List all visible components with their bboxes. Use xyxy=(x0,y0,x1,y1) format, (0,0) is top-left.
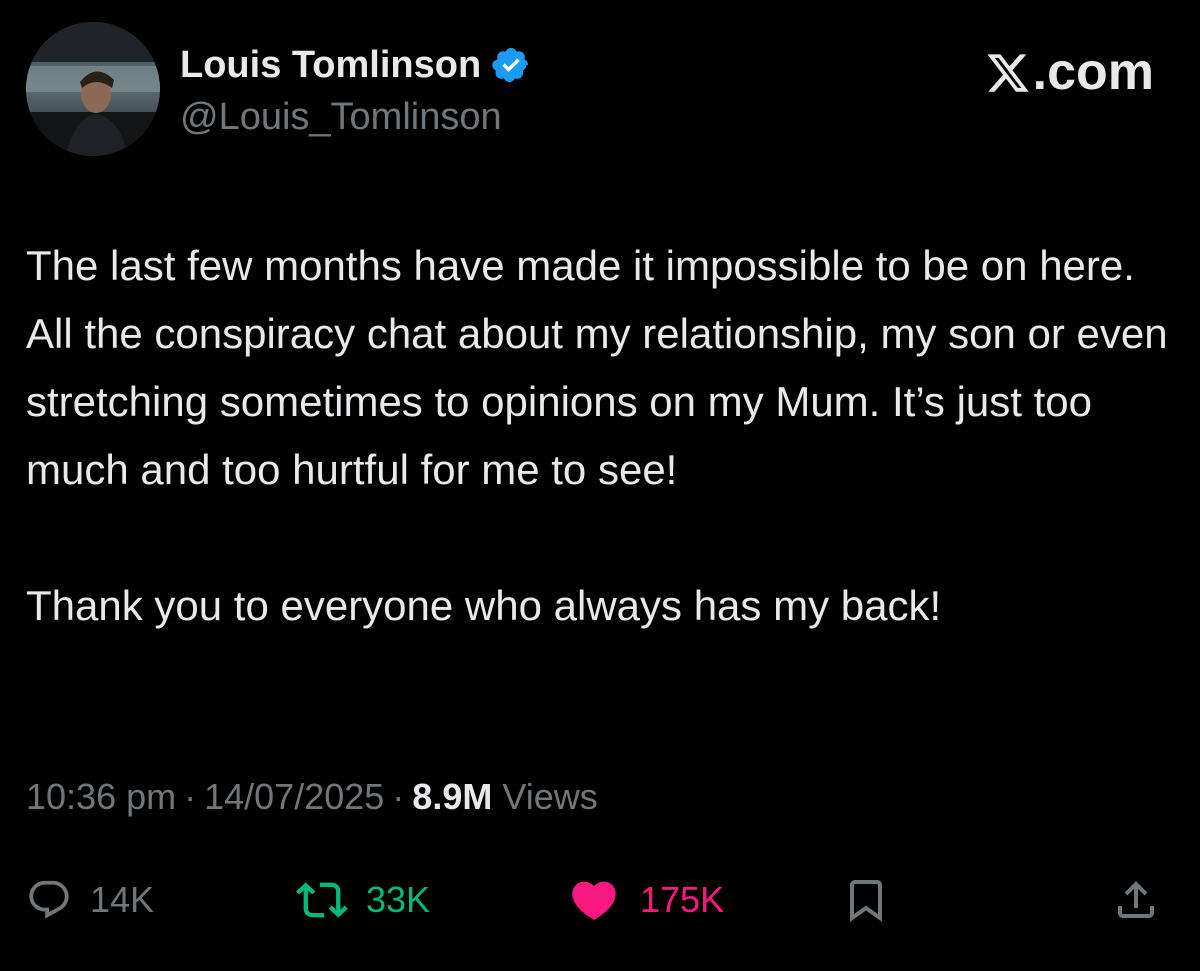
tweet-card: Louis Tomlinson @Louis_Tomlinson .com Th… xyxy=(0,0,1200,971)
share-icon xyxy=(1118,881,1154,918)
display-name[interactable]: Louis Tomlinson xyxy=(180,44,481,87)
tweet-meta: 10:36 pm · 14/07/2025 · 8.9M Views xyxy=(26,776,598,818)
bookmark-button[interactable] xyxy=(842,868,890,932)
reply-button[interactable]: 14K xyxy=(26,868,154,932)
tweet-paragraph: The last few months have made it impossi… xyxy=(26,242,1168,493)
like-count: 175K xyxy=(640,879,725,920)
meta-separator: · xyxy=(184,776,197,817)
meta-separator: · xyxy=(392,776,405,817)
like-button[interactable]: 175K xyxy=(566,868,724,932)
views-count[interactable]: 8.9M xyxy=(412,776,492,818)
reply-count: 14K xyxy=(90,879,155,920)
share-button[interactable] xyxy=(1112,868,1160,932)
avatar[interactable] xyxy=(26,22,160,156)
tweet-paragraph: Thank you to everyone who always has my … xyxy=(26,582,942,629)
brand-watermark: .com xyxy=(985,42,1154,102)
retweet-count: 33K xyxy=(366,879,431,920)
tweet-date[interactable]: 14/07/2025 xyxy=(204,776,384,818)
reply-icon xyxy=(29,880,69,919)
tweet-time[interactable]: 10:36 pm xyxy=(26,776,176,818)
handle[interactable]: @Louis_Tomlinson xyxy=(180,96,502,139)
avatar-photo xyxy=(26,22,160,156)
action-bar: 14K 33K 175K xyxy=(26,868,1176,932)
x-logo-icon xyxy=(985,49,1031,95)
verified-badge-icon xyxy=(491,45,531,85)
tweet-text: The last few months have made it impossi… xyxy=(26,232,1176,640)
views-label[interactable]: Views xyxy=(502,776,597,818)
heart-icon xyxy=(572,881,616,920)
author-name-row: Louis Tomlinson xyxy=(180,40,531,90)
retweet-icon xyxy=(296,882,348,918)
retweet-button[interactable]: 33K xyxy=(296,868,430,932)
brand-label: .com xyxy=(1032,43,1154,101)
bookmark-icon xyxy=(850,880,882,922)
